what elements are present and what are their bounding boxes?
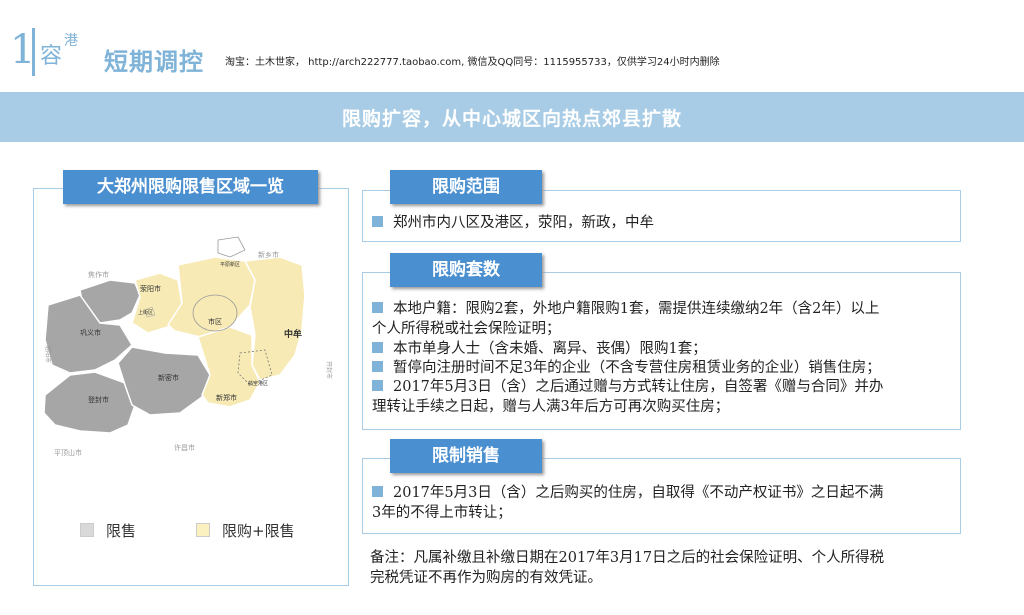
bullet-icon	[372, 361, 383, 372]
zhengzhou-region-map: 新乡市 平原新区 焦作市 荥阳市 上街区 巩义市 市区 中牟 洛阳市 开封市 新…	[43, 236, 333, 457]
map-label-gongyi: 巩义市	[80, 328, 101, 337]
section-tag-sale-limit: 限制销售	[390, 439, 542, 473]
footnote-line-1: 备注：凡属补缴且补缴日期在2017年3月17日之后的社会保险证明、个人所得税	[370, 550, 885, 566]
map-panel-heading-text: 大郑州限购限售区域一览	[97, 177, 284, 197]
quota-line-1: 本地户籍：限购2套，外地户籍限购1套，需提供连续缴纳2年（含2年）以上	[372, 300, 957, 319]
bullet-icon	[372, 216, 383, 227]
quota-line-1-cont: 个人所得税或社会保险证明；	[372, 320, 957, 339]
legend-label-restricted-both: 限购+限售	[222, 522, 295, 540]
map-label-xinzheng: 新郑市	[216, 393, 237, 402]
logo-mark-secondary: 港	[64, 33, 78, 49]
map-label-dengfeng: 登封市	[88, 395, 109, 404]
source-note: 淘宝：土木世家， http://arch222777.taobao.com, 微…	[225, 57, 720, 68]
legend-swatch-restricted-both	[196, 523, 210, 537]
quota-line-3: 暂停向注册时间不足3年的企业（不含专营住房租赁业务的企业）销售住房；	[372, 359, 957, 378]
scope-line-text: 郑州市内八区及港区，荥阳，新政，中牟	[393, 215, 654, 231]
map-panel-heading: 大郑州限购限售区域一览	[63, 170, 318, 204]
quota-line-4-text: 2017年5月3日（含）之后通过赠与方式转让住房，自签署《赠与合同》并办	[393, 379, 884, 395]
map-label-kaifeng: 开封市	[325, 361, 333, 379]
quota-line-4-cont-text: 理转让手续之日起，赠与人满3年后方可再次购买住房；	[372, 399, 730, 415]
pingyuan-outline	[217, 236, 246, 258]
map-label-xinmi: 新密市	[158, 373, 179, 382]
quota-line-4-cont: 理转让手续之日起，赠与人满3年后方可再次购买住房；	[372, 398, 957, 417]
banner-title: 限购扩容，从中心城区向热点郊县扩散	[341, 108, 682, 130]
page-title: 短期调控	[104, 48, 204, 76]
map-label-jiaozuo: 焦作市	[88, 270, 109, 279]
sale-limit-line-1: 2017年5月3日（含）之后购买的住房，自取得《不动产权证书》之日起不满	[372, 484, 957, 503]
legend-label-restricted-sale: 限售	[106, 522, 137, 540]
logo-mark: 容	[40, 44, 63, 69]
map-label-xinxiang: 新乡市	[258, 250, 279, 259]
map-label-pingdingshan: 平顶山市	[54, 448, 82, 457]
map-label-pingyuan: 平原新区	[220, 261, 240, 268]
bullet-icon	[372, 380, 383, 391]
section-tag-sale-limit-text: 限制销售	[432, 446, 500, 466]
legend-swatch-restricted-sale	[80, 523, 94, 537]
map-label-xuchang: 许昌市	[174, 443, 195, 452]
bullet-icon	[372, 342, 383, 353]
quota-line-4: 2017年5月3日（含）之后通过赠与方式转让住房，自签署《赠与合同》并办	[372, 378, 957, 397]
sale-limit-line-1-cont: 3年的不得上市转让；	[372, 504, 957, 523]
map-label-shiqu: 市区	[208, 317, 222, 326]
section-tag-quota: 限购套数	[390, 253, 542, 287]
sale-limit-line-1-text: 2017年5月3日（含）之后购买的住房，自取得《不动产权证书》之日起不满	[393, 485, 884, 501]
sale-limit-line-1-cont-text: 3年的不得上市转让；	[372, 505, 512, 521]
quota-line-2-text: 本市单身人士（含未婚、离异、丧偶）限购1套；	[393, 341, 707, 357]
quota-line-2: 本市单身人士（含未婚、离异、丧偶）限购1套；	[372, 340, 957, 359]
map-label-shangjie: 上街区	[138, 309, 153, 316]
section-tag-scope-text: 限购范围	[432, 177, 500, 197]
section-tag-quota-text: 限购套数	[432, 260, 500, 280]
map-label-hangkong: 航空港区	[248, 380, 268, 387]
bullet-icon	[372, 486, 383, 497]
banner: 限购扩容，从中心城区向热点郊县扩散	[0, 92, 1024, 142]
footnote-line-2: 完税凭证不再作为购房的有效凭证。	[370, 570, 602, 586]
bullet-icon	[372, 302, 383, 313]
region-zhongmou	[243, 256, 306, 381]
section-tag-scope: 限购范围	[390, 170, 542, 204]
header-divider	[32, 28, 35, 76]
map-label-luoyang: 洛阳市	[44, 345, 52, 363]
map-label-xingyang: 荥阳市	[140, 284, 161, 293]
scope-line: 郑州市内八区及港区，荥阳，新政，中牟	[372, 214, 957, 233]
quota-line-3-text: 暂停向注册时间不足3年的企业（不含专营住房租赁业务的企业）销售住房；	[393, 360, 881, 376]
quota-line-1-text: 本地户籍：限购2套，外地户籍限购1套，需提供连续缴纳2年（含2年）以上	[393, 301, 880, 317]
map-label-zhongmou: 中牟	[284, 328, 302, 340]
quota-line-1-cont-text: 个人所得税或社会保险证明；	[372, 321, 561, 337]
